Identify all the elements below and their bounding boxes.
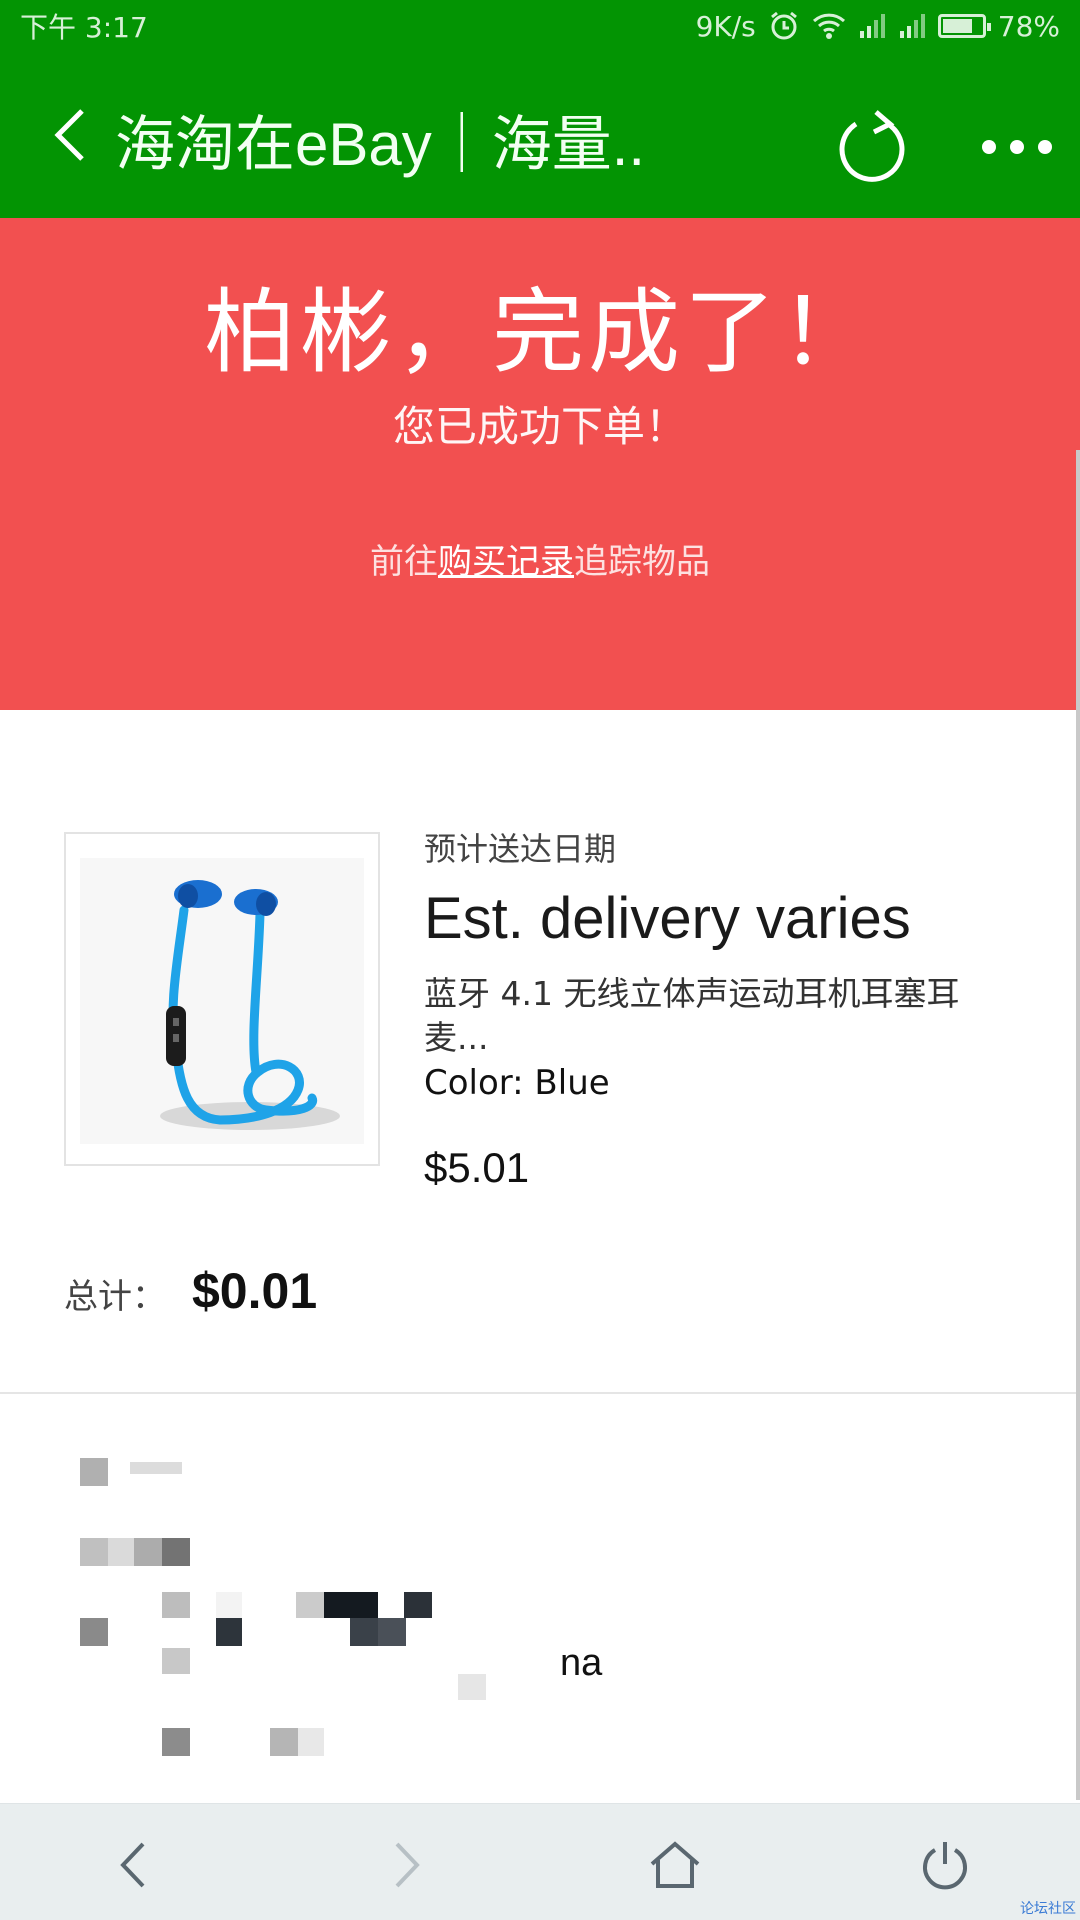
product-image[interactable] xyxy=(64,832,380,1166)
purchase-history-link[interactable]: 购买记录 xyxy=(438,542,574,582)
redaction-block xyxy=(458,1674,486,1700)
redaction-block xyxy=(80,1538,108,1566)
title-bar: 海淘在eBay｜海量.. xyxy=(0,52,1080,218)
link-prefix: 前往 xyxy=(370,542,438,582)
alarm-icon xyxy=(768,10,800,42)
redaction-block xyxy=(162,1648,190,1674)
home-icon[interactable] xyxy=(640,1830,710,1900)
battery-icon xyxy=(937,14,991,38)
address-visible-text: na xyxy=(560,1642,603,1684)
item-title[interactable]: 蓝牙 4.1 无线立体声运动耳机耳塞耳麦... xyxy=(424,972,1014,1060)
dot xyxy=(1010,140,1024,154)
redaction-block xyxy=(80,1458,108,1486)
scrollbar[interactable] xyxy=(1076,450,1080,1800)
back-arrow-icon[interactable] xyxy=(40,100,100,170)
purchase-history-line: 前往购买记录追踪物品 xyxy=(0,538,1080,586)
redaction-block xyxy=(162,1538,190,1566)
redaction-block xyxy=(108,1538,134,1566)
link-suffix: 追踪物品 xyxy=(574,542,710,582)
signal-icon xyxy=(858,13,886,39)
battery-percent: 78% xyxy=(997,9,1060,43)
redaction-block xyxy=(296,1592,324,1618)
order-total: 总计： $0.01 xyxy=(64,1262,317,1320)
redaction-block xyxy=(134,1538,162,1566)
redaction-block xyxy=(162,1592,190,1618)
item-details: 预计送达日期 Est. delivery varies 蓝牙 4.1 无线立体声… xyxy=(424,826,1024,1196)
total-value: $0.01 xyxy=(192,1263,318,1319)
status-time: 下午 3:17 xyxy=(20,11,148,44)
redaction-block xyxy=(130,1462,182,1474)
banner-title: 柏彬，完成了！ xyxy=(203,279,876,386)
refresh-icon[interactable] xyxy=(832,108,912,188)
battery-level xyxy=(942,19,973,33)
status-icons: 9K/s 78% xyxy=(696,10,1060,43)
more-dots-icon[interactable] xyxy=(982,132,1052,162)
total-label: 总计： xyxy=(64,1277,166,1317)
redaction-block xyxy=(162,1728,190,1756)
confirmation-banner: 柏彬，完成了！ 您已成功下单！ 前往购买记录追踪物品 xyxy=(0,218,1080,710)
redaction-block xyxy=(270,1728,298,1756)
order-confirmation-page: 下午 3:17 9K/s 78% 海淘在eBay｜海量.. 柏彬，完成了！ 您已… xyxy=(0,0,1080,1920)
power-icon[interactable] xyxy=(910,1830,980,1900)
redaction-block xyxy=(216,1592,242,1618)
signal-icon xyxy=(898,13,926,39)
redaction-block xyxy=(298,1728,324,1756)
item-color: Color: Blue xyxy=(424,1063,610,1103)
redaction-block xyxy=(350,1618,378,1646)
redaction-block xyxy=(378,1618,406,1646)
network-speed: 9K/s xyxy=(695,9,756,43)
blue-bluetooth-earphones-image xyxy=(80,858,364,1144)
dot xyxy=(982,140,996,154)
estimated-delivery-value: Est. delivery varies xyxy=(424,886,911,951)
divider xyxy=(0,1392,1076,1394)
wifi-icon xyxy=(812,12,846,40)
item-price: $5.01 xyxy=(424,1144,530,1191)
redaction-block xyxy=(324,1592,378,1618)
watermark: 论坛社区 xyxy=(1020,1901,1076,1917)
browser-bottom-nav: 论坛社区 xyxy=(0,1803,1080,1920)
page-title: 海淘在eBay｜海量.. xyxy=(115,111,646,178)
banner-subtitle: 您已成功下单！ xyxy=(392,402,687,451)
dot xyxy=(1038,140,1052,154)
nav-forward-icon[interactable] xyxy=(370,1830,440,1900)
redaction-block xyxy=(216,1618,242,1646)
estimated-delivery-label: 预计送达日期 xyxy=(424,830,617,868)
redaction-block xyxy=(404,1592,432,1618)
status-bar: 下午 3:17 9K/s 78% xyxy=(0,0,1080,52)
nav-back-icon[interactable] xyxy=(100,1830,170,1900)
redaction-block xyxy=(80,1618,108,1646)
